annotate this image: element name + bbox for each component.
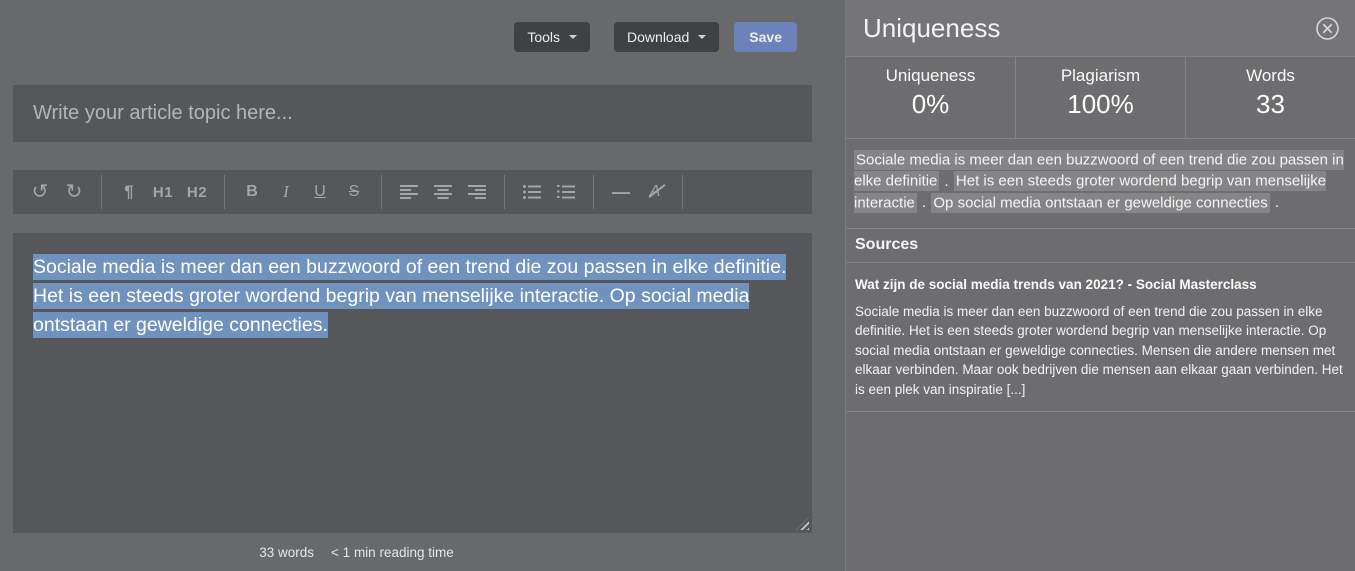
align-center-icon[interactable] <box>426 175 460 209</box>
panel-title: Uniqueness <box>863 12 1001 43</box>
word-count: 33 words <box>259 545 315 560</box>
ordered-list-icon[interactable] <box>549 175 583 209</box>
toolbar-divider <box>504 175 505 209</box>
align-left-icon[interactable] <box>392 175 426 209</box>
stat-label: Words <box>1246 66 1295 85</box>
clear-formatting-icon[interactable]: A <box>638 175 672 209</box>
chevron-down-icon <box>569 35 578 39</box>
stats-row: Uniqueness 0% Plagiarism 100% Words 33 <box>846 57 1355 139</box>
segment-separator: . <box>917 194 931 211</box>
segment-separator: . <box>940 172 953 190</box>
editor-status-bar: 33 words < 1 min reading time <box>0 545 756 560</box>
editor-pane: Tools Download Save ↺ ↻ ¶ H1 H2 B I U S <box>0 0 845 571</box>
selected-text: Sociale media is meer dan een buzzwoord … <box>33 254 787 338</box>
segment-separator: . <box>1270 194 1280 211</box>
redo-icon[interactable]: ↻ <box>57 175 91 209</box>
source-excerpt: Sociale media is meer dan een buzzwoord … <box>855 303 1343 397</box>
toolbar-divider <box>101 175 102 209</box>
toolbar-divider <box>224 175 225 209</box>
source-title-link[interactable]: Wat zijn de social media trends van 2021… <box>855 277 1345 292</box>
source-list-item: Wat zijn de social media trends van 2021… <box>846 277 1355 412</box>
formatting-toolbar: ↺ ↻ ¶ H1 H2 B I U S — <box>13 170 812 214</box>
uniqueness-panel: Uniqueness Uniqueness 0% Plagiarism 100%… <box>845 0 1355 571</box>
bullet-list-icon[interactable] <box>515 175 549 209</box>
bold-icon[interactable]: B <box>235 175 269 209</box>
download-label: Download <box>627 29 690 45</box>
save-button[interactable]: Save <box>734 22 797 52</box>
top-action-bar: Tools Download Save <box>13 0 812 52</box>
stat-value: 0% <box>911 89 950 119</box>
stat-plagiarism: Plagiarism 100% <box>1015 57 1185 138</box>
save-label: Save <box>749 29 782 45</box>
underline-icon[interactable]: U <box>303 175 337 209</box>
chevron-down-icon <box>698 35 707 39</box>
stat-label: Uniqueness <box>885 66 976 85</box>
stat-uniqueness: Uniqueness 0% <box>846 57 1015 138</box>
reading-time: < 1 min reading time <box>331 545 454 560</box>
stat-value: 33 <box>1256 89 1285 119</box>
plagiarized-segment: Op social media ontstaan er geweldige co… <box>931 192 1270 213</box>
tools-dropdown-button[interactable]: Tools <box>514 22 591 52</box>
heading1-button[interactable]: H1 <box>146 175 180 209</box>
download-dropdown-button[interactable]: Download <box>614 22 720 52</box>
close-panel-button[interactable] <box>1315 16 1340 41</box>
strikethrough-icon[interactable]: S <box>337 175 371 209</box>
textarea-resize-handle[interactable] <box>796 517 809 530</box>
stat-label: Plagiarism <box>1060 66 1141 85</box>
align-right-icon[interactable] <box>460 175 494 209</box>
undo-icon[interactable]: ↺ <box>23 175 57 209</box>
horizontal-rule-icon[interactable]: — <box>604 175 638 209</box>
tools-label: Tools <box>527 29 561 45</box>
italic-icon[interactable]: I <box>269 175 303 209</box>
stat-words: Words 33 <box>1185 57 1355 138</box>
close-icon <box>1316 16 1339 40</box>
toolbar-divider <box>381 175 382 209</box>
sources-section-title: Sources <box>846 227 1355 263</box>
heading2-button[interactable]: H2 <box>180 175 214 209</box>
toolbar-divider <box>682 175 683 209</box>
plagiarism-analysis-text: Sociale media is meer dan een buzzwoord … <box>846 139 1355 222</box>
toolbar-divider <box>593 175 594 209</box>
paragraph-icon[interactable]: ¶ <box>112 175 146 209</box>
panel-header: Uniqueness <box>846 0 1355 57</box>
article-topic-input[interactable] <box>13 85 812 142</box>
stat-value: 100% <box>1067 89 1134 119</box>
article-text-editor[interactable]: Sociale media is meer dan een buzzwoord … <box>13 233 812 533</box>
